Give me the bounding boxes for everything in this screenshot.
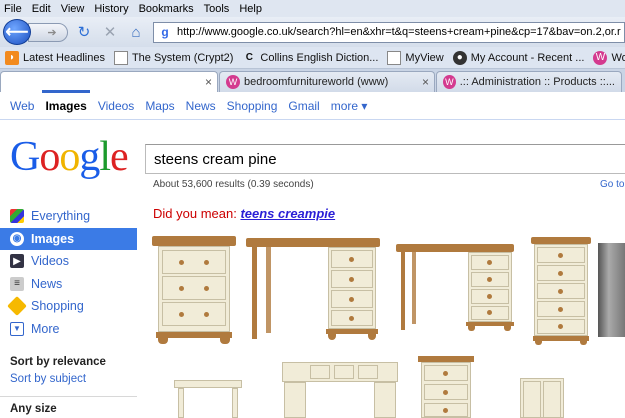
bookmark-collins[interactable]: C Collins English Diction... — [242, 51, 379, 65]
tab-administration[interactable]: W .:: Administration :: Products ::... — [436, 71, 622, 92]
bookmark-label: Latest Headlines — [23, 51, 105, 64]
forward-button[interactable]: ➔ — [28, 23, 68, 42]
collins-icon: C — [245, 52, 254, 63]
tab-label: .:: Administration :: Products ::... — [459, 76, 615, 88]
home-icon: ⌂ — [131, 23, 141, 41]
search-tools-sidebar: Everything ◉ Images ▶ Videos ≡ News Shoppin… — [0, 205, 137, 340]
gnav-maps[interactable]: Maps — [145, 99, 174, 113]
stop-icon: ✕ — [103, 24, 117, 41]
gnav-news[interactable]: News — [186, 99, 216, 113]
google-logo[interactable]: Google — [10, 136, 129, 178]
menu-history[interactable]: History — [94, 3, 128, 15]
menu-bar: File Edit View History Bookmarks Tools H… — [0, 0, 625, 17]
address-text: http://www.google.co.uk/search?hl=en&xhr… — [177, 26, 621, 38]
bookmark-label: Collins English Diction... — [260, 51, 379, 64]
gnav-gmail[interactable]: Gmail — [288, 99, 319, 113]
reload-icon: ↻ — [77, 24, 91, 41]
google-favicon-icon: g — [157, 24, 173, 40]
sidebar-item-videos[interactable]: ▶ Videos — [0, 250, 137, 273]
image-result[interactable] — [174, 380, 242, 418]
close-tab-icon[interactable]: × — [422, 75, 429, 89]
bookmark-label: WorldStores — [611, 51, 625, 64]
everything-icon — [10, 209, 24, 224]
stop-button[interactable]: ✕ — [99, 21, 121, 43]
more-icon: ▼ — [10, 321, 24, 336]
sidebar-item-more[interactable]: ▼ More — [0, 318, 137, 341]
reload-button[interactable]: ↻ — [73, 21, 95, 43]
bookmark-the-system[interactable]: The System (Crypt2) — [113, 50, 234, 65]
did-you-mean-suggestion-link[interactable]: teens creampie — [240, 206, 335, 221]
image-result[interactable] — [246, 238, 380, 342]
menu-view[interactable]: View — [61, 3, 85, 15]
worldstores-icon: W — [593, 50, 608, 65]
image-result[interactable] — [531, 237, 591, 345]
forward-arrow-icon: ➔ — [47, 27, 57, 39]
image-result[interactable] — [282, 362, 398, 418]
tab-google-search[interactable]: × — [0, 71, 218, 92]
home-button[interactable]: ⌂ — [125, 21, 147, 43]
tab-label: bedroomfurnitureworld (www) — [244, 76, 389, 88]
menu-edit[interactable]: Edit — [32, 3, 51, 15]
bookmark-label: My Account - Recent ... — [470, 51, 585, 64]
goto-link[interactable]: Go to — [600, 179, 624, 190]
close-tab-icon[interactable]: × — [205, 75, 212, 89]
search-query: steens cream pine — [154, 150, 277, 168]
search-input[interactable]: steens cream pine — [145, 144, 625, 174]
any-size-label: Any size — [10, 403, 57, 415]
menu-tools[interactable]: Tools — [204, 3, 230, 15]
gnav-web[interactable]: Web — [10, 99, 34, 113]
menu-file[interactable]: File — [4, 3, 22, 15]
bookmark-latest-headlines[interactable]: ◗ Latest Headlines — [5, 50, 105, 65]
google-nav-bar: Web Images Videos Maps News Shopping Gma… — [0, 89, 625, 120]
results-stats: About 53,600 results (0.39 seconds) — [153, 179, 314, 190]
sidebar-item-everything[interactable]: Everything — [0, 205, 137, 228]
did-you-mean-label: Did you mean: — [153, 206, 237, 221]
rss-icon: ◗ — [5, 50, 19, 65]
gnav-videos[interactable]: Videos — [98, 99, 134, 113]
menu-help[interactable]: Help — [239, 3, 262, 15]
bookmark-label: The System (Crypt2) — [131, 51, 234, 64]
worldstores-icon: W — [443, 75, 456, 89]
account-icon: ● — [452, 50, 467, 65]
sort-by-relevance: Sort by relevance — [10, 356, 106, 368]
menu-bookmarks[interactable]: Bookmarks — [139, 3, 194, 15]
videos-icon: ▶ — [10, 254, 24, 269]
sort-by-subject-link[interactable]: Sort by subject — [10, 373, 86, 385]
back-arrow-icon: ⟵ — [5, 24, 29, 41]
sidebar-item-news[interactable]: ≡ News — [0, 273, 137, 296]
page-icon — [387, 50, 402, 65]
bookmark-myview[interactable]: MyView — [387, 50, 444, 65]
image-result[interactable] — [152, 236, 236, 344]
image-result[interactable] — [598, 243, 625, 337]
address-bar[interactable]: g http://www.google.co.uk/search?hl=en&x… — [153, 21, 625, 43]
bookmark-my-account[interactable]: ● My Account - Recent ... — [452, 50, 585, 65]
did-you-mean: Did you mean: teens creampie — [153, 206, 335, 221]
image-result[interactable] — [418, 356, 474, 418]
sidebar-item-shopping[interactable]: Shopping — [0, 295, 137, 318]
gnav-images[interactable]: Images — [42, 89, 91, 113]
tab-strip: × W bedroomfurnitureworld (www) × W .:: … — [0, 69, 625, 92]
navigation-toolbar: ➔ ⟵ ↻ ✕ ⌂ g http://www.google.co.uk/sear… — [0, 17, 625, 47]
gnav-shopping[interactable]: Shopping — [227, 99, 278, 113]
gnav-more[interactable]: more ▾ — [331, 99, 368, 113]
image-result[interactable] — [396, 244, 516, 332]
bookmarks-toolbar: ◗ Latest Headlines The System (Crypt2) CC… — [0, 47, 625, 69]
sidebar-item-images[interactable]: ◉ Images — [0, 227, 137, 250]
back-forward-group: ➔ ⟵ — [3, 18, 69, 46]
page-icon — [113, 50, 128, 65]
news-icon: ≡ — [10, 276, 24, 291]
bookmark-worldstores[interactable]: WWorldStores — [593, 50, 625, 65]
bookmark-label: MyView — [405, 51, 444, 64]
back-button[interactable]: ⟵ — [3, 19, 31, 45]
tab-bedroomfurnitureworld[interactable]: W bedroomfurnitureworld (www) × — [219, 71, 435, 92]
image-result[interactable] — [520, 378, 564, 418]
sidebar-divider — [0, 396, 137, 397]
images-icon: ◉ — [10, 231, 24, 246]
worldstores-icon: W — [226, 75, 240, 89]
shopping-icon — [7, 296, 27, 317]
